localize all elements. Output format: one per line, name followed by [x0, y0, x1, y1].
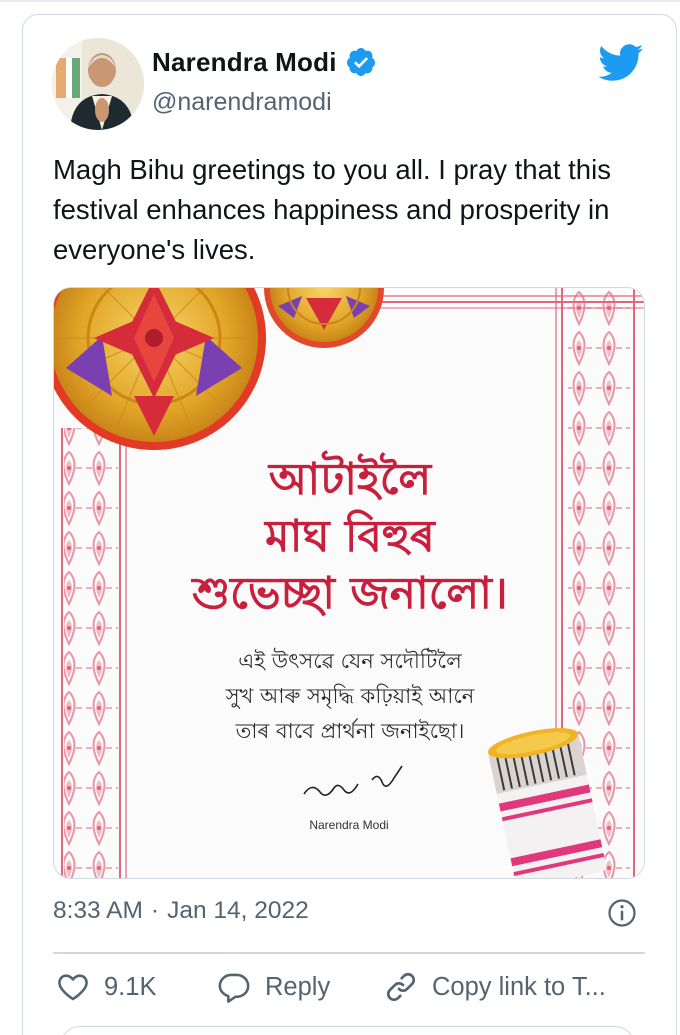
reply-label: Reply: [265, 972, 331, 1001]
verified-icon: [346, 48, 375, 76]
timestamp-separator: ·: [150, 897, 160, 924]
name-row: Narendra Modi: [152, 46, 377, 78]
tweet-time: 8:33 AM: [53, 897, 143, 924]
reply-icon: [218, 973, 250, 1003]
media-signature-name: Narendra Modi: [309, 818, 389, 832]
reply-button[interactable]: Reply: [217, 970, 330, 1004]
tweet-timestamp[interactable]: 8:33 AM · Jan 14, 2022: [53, 897, 309, 925]
media-title-line-3: শুভেচ্ছা জনালো।: [192, 568, 508, 619]
avatar[interactable]: [52, 38, 144, 130]
media-body-line-1: এই উৎসৱে যেন সদৌটিলৈ: [238, 649, 462, 673]
read-replies-button[interactable]: [60, 1026, 635, 1035]
media-body-line-2: সুখ আৰু সমৃদ্ধি কঢ়িয়াই আনে: [225, 684, 475, 708]
twitter-logo-icon[interactable]: [598, 44, 644, 82]
top-rule: [0, 0, 680, 2]
handle[interactable]: @narendramodi: [152, 88, 332, 117]
copy-link-label: Copy link to T...: [432, 972, 606, 1001]
like-count: 9.1K: [104, 972, 157, 1001]
divider: [53, 952, 645, 954]
media-body-line-3: তাৰ বাবে প্ৰাৰ্থনা জনাইছো।: [235, 719, 465, 743]
like-button[interactable]: 9.1K: [56, 970, 156, 1004]
tweet-media-image[interactable]: আটাইলৈ মাঘ বিহুৰ শুভেচ্ছা জনালো। এই উৎসৱ…: [53, 287, 645, 879]
info-icon[interactable]: [607, 898, 637, 928]
heart-icon: [58, 974, 88, 1001]
display-name[interactable]: Narendra Modi: [152, 47, 337, 78]
link-icon: [387, 973, 415, 1001]
tweet-date: Jan 14, 2022: [167, 897, 309, 924]
tweet-text: Magh Bihu greetings to you all. I pray t…: [53, 154, 611, 265]
copy-link-button[interactable]: Copy link to T...: [384, 970, 606, 1004]
